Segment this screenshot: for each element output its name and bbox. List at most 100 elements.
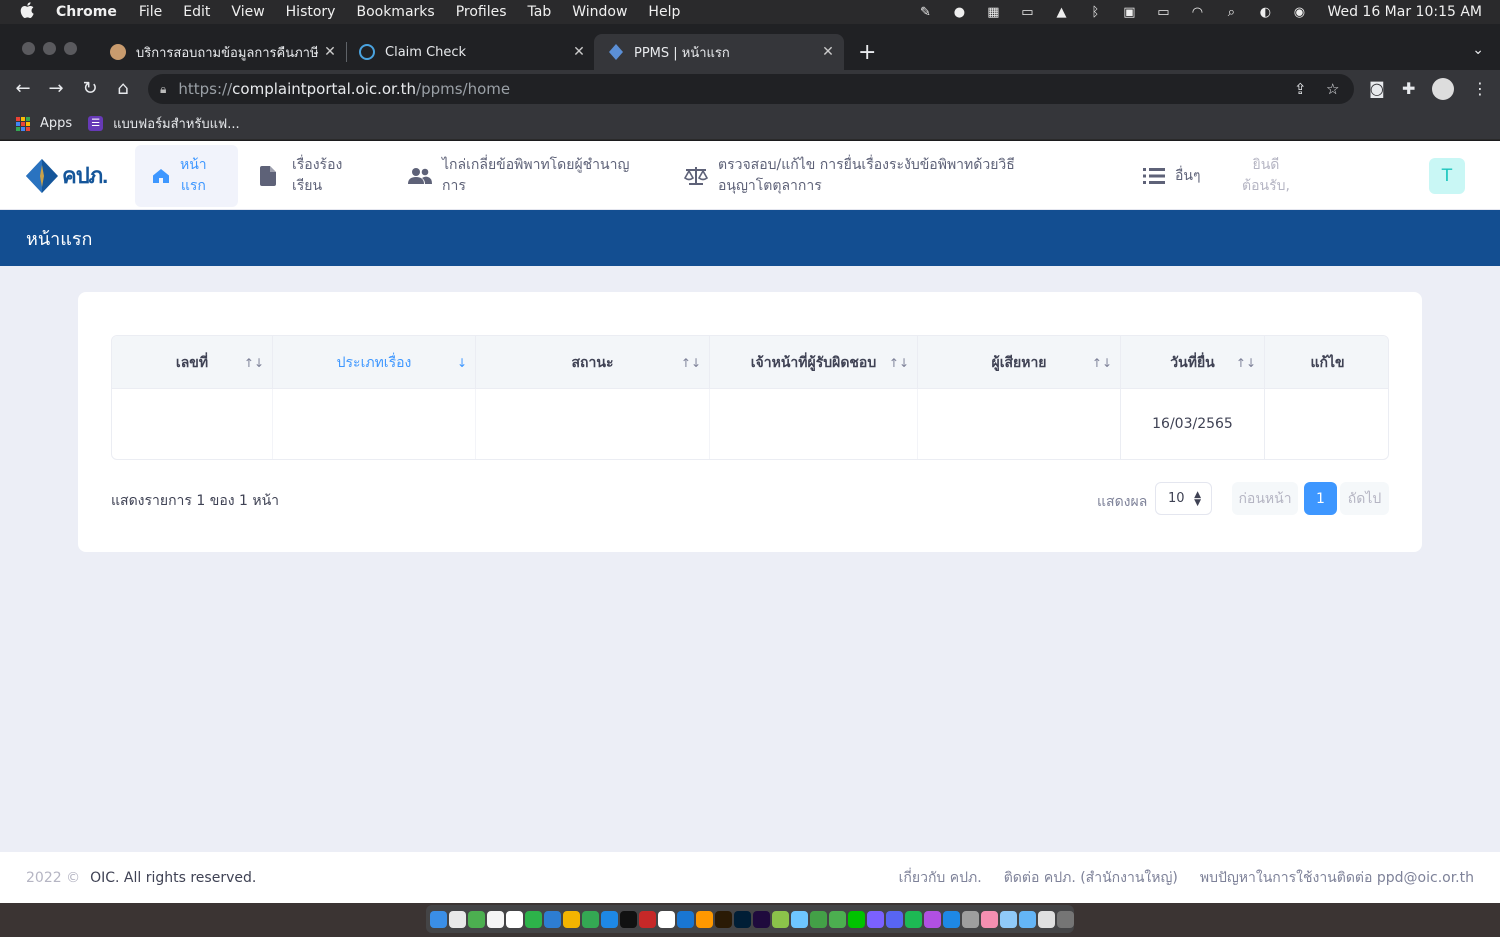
gimp-icon[interactable]	[772, 910, 789, 928]
column-header-number[interactable]: เลขที่ ↑↓	[112, 336, 273, 389]
launchpad-icon[interactable]	[449, 910, 466, 928]
menu-help[interactable]: Help	[648, 4, 680, 20]
user-avatar[interactable]: T	[1429, 158, 1465, 194]
drive-icon[interactable]: ▲	[1051, 4, 1071, 20]
tab-search-chevron-icon[interactable]: ⌄	[1472, 42, 1484, 58]
filezilla-icon[interactable]	[639, 910, 656, 928]
chrome-menu-icon[interactable]: ⋮	[1472, 79, 1488, 98]
bluetooth-icon[interactable]: ᛒ	[1085, 4, 1105, 20]
document-icon[interactable]	[1038, 910, 1055, 928]
column-header-victim[interactable]: ผู้เสียหาย ↑↓	[918, 336, 1121, 389]
line-icon[interactable]: ●	[949, 4, 969, 20]
page-size-select[interactable]: 10 ▲ ▼	[1155, 482, 1212, 515]
sort-icon[interactable]: ↑↓	[244, 356, 264, 370]
bookmark-star-icon[interactable]: ☆	[1326, 80, 1339, 98]
close-window-icon[interactable]	[22, 42, 35, 55]
screenshot-icon[interactable]	[1000, 910, 1017, 928]
cell-edit[interactable]	[1265, 389, 1388, 459]
footer-owner-link[interactable]: OIC. All rights reserved.	[90, 870, 256, 886]
table-row[interactable]: 16/03/2565	[112, 389, 1388, 459]
menu-history[interactable]: History	[286, 4, 336, 20]
footer-link-contact[interactable]: ติดต่อ คปภ. (สำนักงานใหญ่)	[1004, 867, 1178, 889]
messenger-icon[interactable]	[867, 910, 884, 928]
sublime-icon[interactable]	[696, 910, 713, 928]
tab-ppms-home[interactable]: PPMS | หน้าแรก ✕	[594, 34, 844, 70]
lock-icon[interactable]: 🔒︎	[160, 82, 166, 97]
notes-icon[interactable]	[506, 910, 523, 928]
mail-icon[interactable]	[544, 910, 561, 928]
notion-icon[interactable]: ▣	[1119, 4, 1139, 20]
calendar-icon[interactable]	[487, 910, 504, 928]
numbers-icon[interactable]	[582, 910, 599, 928]
extensions-puzzle-icon[interactable]: ✚	[1402, 79, 1415, 98]
reload-icon[interactable]: ↻	[79, 78, 101, 99]
menu-bookmarks[interactable]: Bookmarks	[356, 4, 434, 20]
trash-icon[interactable]	[1057, 910, 1074, 928]
keynote-icon[interactable]	[601, 910, 618, 928]
vscode-icon[interactable]	[677, 910, 694, 928]
sort-icon[interactable]: ↑↓	[889, 356, 909, 370]
menu-view[interactable]: View	[231, 4, 264, 20]
evernote-icon[interactable]: ✎	[915, 4, 935, 20]
nav-mediation[interactable]: ไกล่เกลี่ยข้อพิพาทโดยผู้ชำนาญ การ	[408, 145, 658, 207]
sort-icon[interactable]: ↑↓	[1092, 356, 1112, 370]
home-icon[interactable]: ⌂	[112, 78, 134, 99]
sort-icon[interactable]: ↑↓	[681, 356, 701, 370]
column-header-date[interactable]: วันที่ยื่น ↑↓	[1121, 336, 1265, 389]
finder-icon[interactable]	[430, 910, 447, 928]
column-header-officer[interactable]: เจ้าหน้าที่ผู้รับผิดชอบ ↑↓	[710, 336, 918, 389]
menubar-clock[interactable]: Wed 16 Mar 10:15 AM	[1327, 4, 1482, 20]
photos-icon[interactable]	[981, 910, 998, 928]
camera-extension-icon[interactable]: ◙	[1369, 79, 1385, 98]
app-store-icon[interactable]	[943, 910, 960, 928]
battery-icon[interactable]: ▭	[1153, 4, 1173, 20]
evernote-icon[interactable]	[525, 910, 542, 928]
display-icon[interactable]: ▭	[1017, 4, 1037, 20]
column-header-type[interactable]: ประเภทเรื่อง ↓	[273, 336, 476, 389]
podcasts-icon[interactable]	[924, 910, 941, 928]
system-preferences-icon[interactable]	[962, 910, 979, 928]
grid-app-icon[interactable]: ▦	[983, 4, 1003, 20]
menu-tab[interactable]: Tab	[528, 4, 552, 20]
share-icon[interactable]: ⇪	[1294, 80, 1307, 98]
menu-window[interactable]: Window	[572, 4, 627, 20]
preview-icon[interactable]	[791, 910, 808, 928]
minimize-window-icon[interactable]	[43, 42, 56, 55]
photoshop-icon[interactable]	[734, 910, 751, 928]
spotlight-search-icon[interactable]: ⌕	[1221, 4, 1241, 20]
wordpress-icon[interactable]	[658, 910, 675, 928]
bookmark-apps[interactable]: Apps	[16, 116, 72, 131]
downloads-folder-icon[interactable]	[1019, 910, 1036, 928]
after-effects-icon[interactable]	[753, 910, 770, 928]
control-center-icon[interactable]: ◐	[1255, 4, 1275, 20]
back-arrow-icon[interactable]: ←	[12, 78, 34, 99]
footer-link-about[interactable]: เกี่ยวกับ คปภ.	[899, 867, 982, 889]
illustrator-icon[interactable]	[715, 910, 732, 928]
nav-complaints[interactable]: เรื่องร้อง เรียน	[260, 145, 380, 207]
column-header-status[interactable]: สถานะ ↑↓	[476, 336, 710, 389]
sort-icon[interactable]: ↑↓	[1236, 356, 1256, 370]
nav-arbitration[interactable]: ตรวจสอบ/แก้ไข การยื่นเรื่องระงับข้อพิพาท…	[684, 145, 1024, 207]
apple-icon[interactable]	[20, 2, 38, 22]
new-tab-icon[interactable]: +	[858, 40, 876, 65]
nav-others[interactable]: อื่นๆ	[1143, 145, 1213, 207]
terminal-icon[interactable]	[620, 910, 637, 928]
spotify-icon[interactable]	[905, 910, 922, 928]
forward-arrow-icon[interactable]: →	[45, 78, 67, 99]
wifi-icon[interactable]: ◠	[1187, 4, 1207, 20]
sort-desc-icon[interactable]: ↓	[457, 356, 467, 370]
facetime-icon[interactable]	[810, 910, 827, 928]
profile-avatar[interactable]	[1432, 78, 1454, 100]
nav-home[interactable]: หน้า แรก	[135, 145, 238, 207]
tab-claim-check[interactable]: Claim Check ✕	[345, 34, 595, 70]
menu-file[interactable]: File	[139, 4, 162, 20]
close-tab-icon[interactable]: ✕	[571, 44, 587, 60]
close-tab-icon[interactable]: ✕	[820, 44, 836, 60]
sketch-icon[interactable]	[563, 910, 580, 928]
chrome-icon[interactable]	[468, 910, 485, 928]
next-page-button[interactable]: ถัดไป	[1340, 482, 1389, 515]
discord-icon[interactable]	[886, 910, 903, 928]
oic-logo[interactable]: คปภ.	[26, 158, 108, 193]
close-tab-icon[interactable]: ✕	[322, 44, 338, 60]
tab-tax-refund[interactable]: บริการสอบถามข้อมูลการคืนภาษี | ก ✕	[96, 34, 346, 70]
